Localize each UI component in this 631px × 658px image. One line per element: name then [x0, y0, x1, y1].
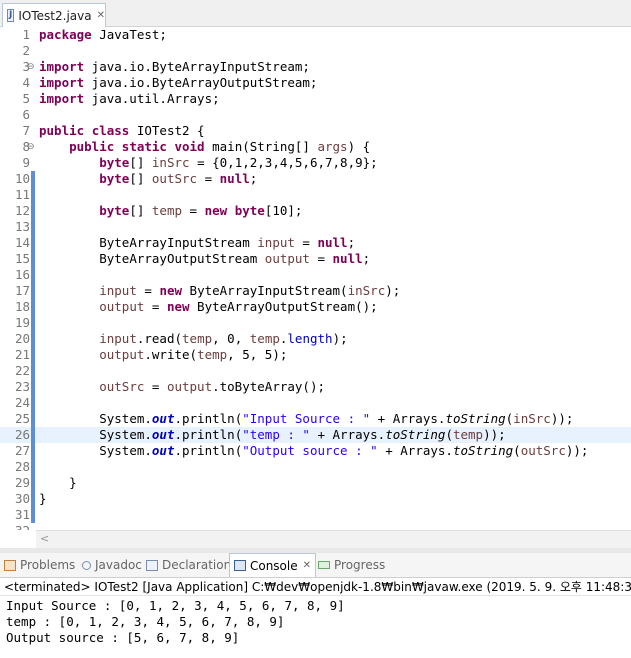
line-number: 21 [14, 347, 30, 362]
code-line: public static void main(String[] args) { [69, 139, 371, 154]
console-status: <terminated> IOTest2 [Java Application] … [0, 578, 631, 596]
line-number: 12 [14, 203, 30, 218]
line-number: 24 [14, 395, 30, 410]
console-line: temp : [0, 1, 2, 3, 4, 5, 6, 7, 8, 9] [6, 614, 285, 629]
code-line: outSrc = output.toByteArray(); [99, 379, 325, 394]
code-line: public class IOTest2 { [39, 123, 205, 138]
line-number: 4 [22, 75, 30, 90]
code-line: package JavaTest; [39, 27, 167, 42]
line-number: 8 [22, 139, 30, 154]
code-line: ByteArrayInputStream input = null; [99, 235, 356, 250]
code-line: } [39, 491, 47, 506]
line-number: 20 [14, 331, 30, 346]
problems-icon [4, 559, 16, 571]
line-number: 32 [0, 523, 30, 530]
line-number: 19 [14, 315, 30, 330]
code-line: System.out.println("temp : " + Arrays.to… [99, 427, 506, 442]
bottom-panel-tabs: Problems Javadoc Declaration Console ✕ P… [0, 553, 631, 578]
line-number: 28 [14, 459, 30, 474]
tab-declaration[interactable]: Declaration [146, 553, 231, 577]
editor-pane: J IOTest2.java ✕ 1 2 3 ⊖ 4 5 6 7 8 ⊖ 9 1… [0, 0, 631, 548]
line-number: 14 [14, 235, 30, 250]
line-number: 18 [14, 299, 30, 314]
tab-javadoc[interactable]: Javadoc [82, 553, 142, 577]
line-number: 10 [14, 171, 30, 186]
code-line: input.read(temp, 0, temp.length); [99, 331, 348, 346]
code-line: System.out.println("Input Source : " + A… [99, 411, 574, 426]
console-line: Input Source : [0, 1, 2, 3, 4, 5, 6, 7, … [6, 598, 345, 613]
declaration-icon [146, 559, 158, 571]
code-line: output.write(temp, 5, 5); [99, 347, 288, 362]
code-line: output = new ByteArrayOutputStream(); [99, 299, 378, 314]
line-number: 25 [14, 411, 30, 426]
horizontal-scrollbar[interactable]: < [36, 530, 631, 548]
java-file-icon: J [7, 9, 15, 22]
line-number: 22 [14, 363, 30, 378]
code-line: import java.io.ByteArrayInputStream; [39, 59, 310, 74]
fold-icon[interactable]: ⊖ [27, 139, 37, 155]
tab-console[interactable]: Console ✕ [229, 553, 316, 577]
code-line: input = new ByteArrayInputStream(inSrc); [99, 283, 401, 298]
line-number: 29 [14, 475, 30, 490]
line-number: 7 [22, 123, 30, 138]
line-number: 9 [22, 155, 30, 170]
editor-tab-bar: J IOTest2.java ✕ [0, 0, 631, 27]
line-number: 26 [14, 427, 30, 442]
code-line: } [69, 475, 77, 490]
code-area[interactable]: 1 2 3 ⊖ 4 5 6 7 8 ⊖ 9 10 11 12 13 14 15 … [0, 27, 631, 530]
line-number: 27 [14, 443, 30, 458]
close-icon[interactable]: ✕ [303, 560, 311, 571]
line-number: 23 [14, 379, 30, 394]
tab-progress[interactable]: Progress [318, 553, 385, 577]
line-number: 30 [14, 491, 30, 506]
line-number: 3 [22, 59, 30, 74]
line-number: 31 [14, 507, 30, 522]
close-icon[interactable]: ✕ [97, 10, 105, 21]
tab-label: IOTest2.java [18, 8, 92, 23]
line-number: 2 [22, 43, 30, 58]
code-line: byte[] temp = new byte[10]; [99, 203, 303, 218]
line-number: 16 [14, 267, 30, 282]
line-number: 5 [22, 91, 30, 106]
line-number: 17 [14, 283, 30, 298]
console-output[interactable]: Input Source : [0, 1, 2, 3, 4, 5, 6, 7, … [0, 597, 631, 658]
code-line: import java.io.ByteArrayOutputStream; [39, 75, 318, 90]
code-line: import java.util.Arrays; [39, 91, 220, 106]
javadoc-icon [82, 560, 91, 570]
tab-problems[interactable]: Problems [4, 553, 75, 577]
progress-icon [318, 561, 330, 569]
code-line: byte[] outSrc = null; [99, 171, 258, 186]
code-line: byte[] inSrc = {0,1,2,3,4,5,6,7,8,9}; [99, 155, 378, 170]
line-number: 13 [14, 219, 30, 234]
console-line: Output source : [5, 6, 7, 8, 9] [6, 630, 240, 645]
line-number: 11 [14, 187, 30, 202]
code-line: System.out.println("Output source : " + … [99, 443, 589, 458]
fold-icon[interactable]: ⊖ [27, 59, 37, 75]
tab-iotest2-java[interactable]: J IOTest2.java ✕ [2, 3, 106, 27]
line-number: 1 [22, 27, 30, 42]
line-number: 15 [14, 251, 30, 266]
change-marker [31, 171, 35, 523]
code-line: ByteArrayOutputStream output = null; [99, 251, 371, 266]
scroll-left-icon[interactable]: < [40, 531, 49, 547]
console-icon [234, 560, 246, 571]
line-number: 6 [22, 107, 30, 122]
